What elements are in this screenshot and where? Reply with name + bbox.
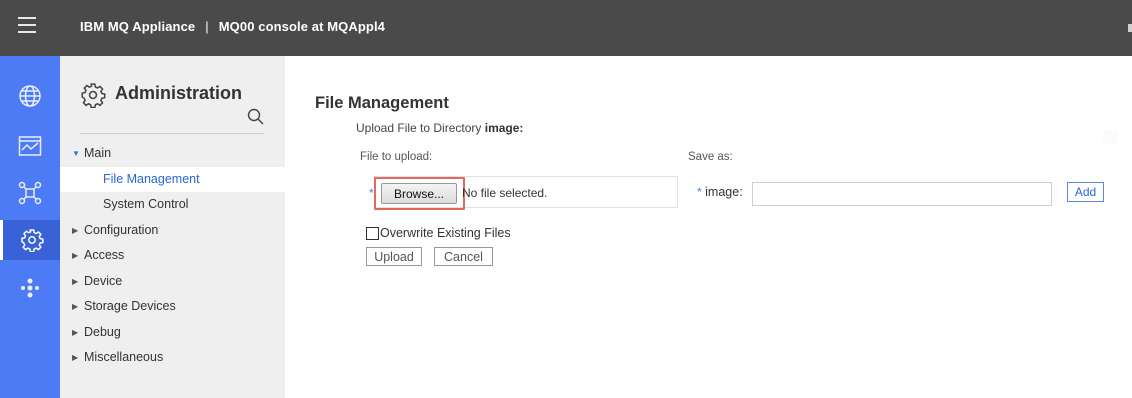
browse-highlight: [374, 177, 465, 210]
nav-device[interactable]: ▶ Device: [60, 269, 285, 294]
nav-storage-devices[interactable]: ▶ Storage Devices: [60, 294, 285, 319]
admin-sidebar: Administration ▼ Main File Management Sy…: [60, 56, 285, 398]
nav-label: Main: [84, 146, 112, 160]
upload-directory-line: Upload File to Directory image:: [356, 121, 523, 135]
sidebar-divider: [80, 133, 264, 134]
globe-icon[interactable]: [0, 76, 60, 116]
main-content: File Management Upload File to Directory…: [285, 56, 1132, 398]
network-icon[interactable]: [0, 173, 60, 213]
overwrite-label: Overwrite Existing Files: [380, 226, 511, 240]
add-button[interactable]: Add: [1067, 182, 1104, 202]
nav-label: Storage Devices: [84, 299, 176, 313]
required-marker: *: [369, 186, 374, 200]
admin-gear-icon: [81, 83, 106, 108]
nav-configuration[interactable]: ▶ Configuration: [60, 218, 285, 243]
upload-button[interactable]: Upload: [366, 247, 422, 266]
overwrite-option: Overwrite Existing Files: [366, 226, 511, 240]
nav-label: Access: [84, 248, 125, 262]
upload-prefix: Upload File to Directory: [356, 121, 482, 135]
caret-right-icon: ▶: [72, 251, 79, 260]
icon-rail: [0, 56, 60, 398]
cancel-button[interactable]: Cancel: [434, 247, 493, 266]
nav-access[interactable]: ▶ Access: [60, 243, 285, 268]
topbar-edge: [1128, 24, 1132, 32]
caret-right-icon: ▶: [72, 277, 79, 286]
nav-label: Debug: [84, 325, 121, 339]
overwrite-checkbox[interactable]: [366, 226, 379, 240]
app-title: IBM MQ Appliance | MQ00 console at MQAppl4: [80, 19, 385, 34]
hamburger-icon[interactable]: [18, 17, 42, 39]
save-as-input[interactable]: [752, 182, 1052, 206]
nav-system-control[interactable]: System Control: [60, 192, 285, 217]
required-marker: *: [697, 185, 702, 199]
caret-right-icon: ▶: [72, 302, 79, 311]
nav-label: Device: [84, 274, 123, 288]
page-title: File Management: [315, 94, 449, 112]
caret-right-icon: ▶: [72, 226, 79, 235]
nav-debug[interactable]: ▶ Debug: [60, 320, 285, 345]
image-label: image:: [705, 185, 743, 199]
caret-right-icon: ▶: [72, 328, 79, 337]
save-as-field-label: * image:: [697, 185, 743, 199]
nav-label: Configuration: [84, 223, 159, 237]
monitor-icon[interactable]: [0, 126, 60, 166]
directory-name: image:: [484, 121, 524, 135]
nav-label: Miscellaneous: [84, 350, 164, 364]
gear-icon[interactable]: [0, 220, 60, 260]
product-name: IBM MQ Appliance: [80, 19, 196, 34]
caret-down-icon: ▼: [72, 149, 80, 158]
nav-label: System Control: [103, 197, 189, 211]
save-as-label: Save as:: [688, 151, 733, 163]
flow-icon[interactable]: [0, 268, 60, 308]
search-icon[interactable]: [247, 108, 265, 126]
title-separator: |: [205, 19, 209, 34]
file-status: No file selected.: [462, 186, 548, 200]
faint-mark: [1103, 130, 1117, 144]
nav-miscellaneous[interactable]: ▶ Miscellaneous: [60, 345, 285, 370]
caret-right-icon: ▶: [72, 353, 79, 362]
sidebar-title: Administration: [115, 83, 243, 103]
nav-label: File Management: [103, 172, 200, 186]
nav-main[interactable]: ▼ Main: [60, 141, 285, 166]
file-to-upload-label: File to upload:: [360, 151, 433, 163]
nav-file-management[interactable]: File Management: [60, 167, 285, 192]
top-bar: IBM MQ Appliance | MQ00 console at MQAppl4: [0, 0, 1132, 56]
console-context: MQ00 console at MQAppl4: [218, 19, 386, 34]
